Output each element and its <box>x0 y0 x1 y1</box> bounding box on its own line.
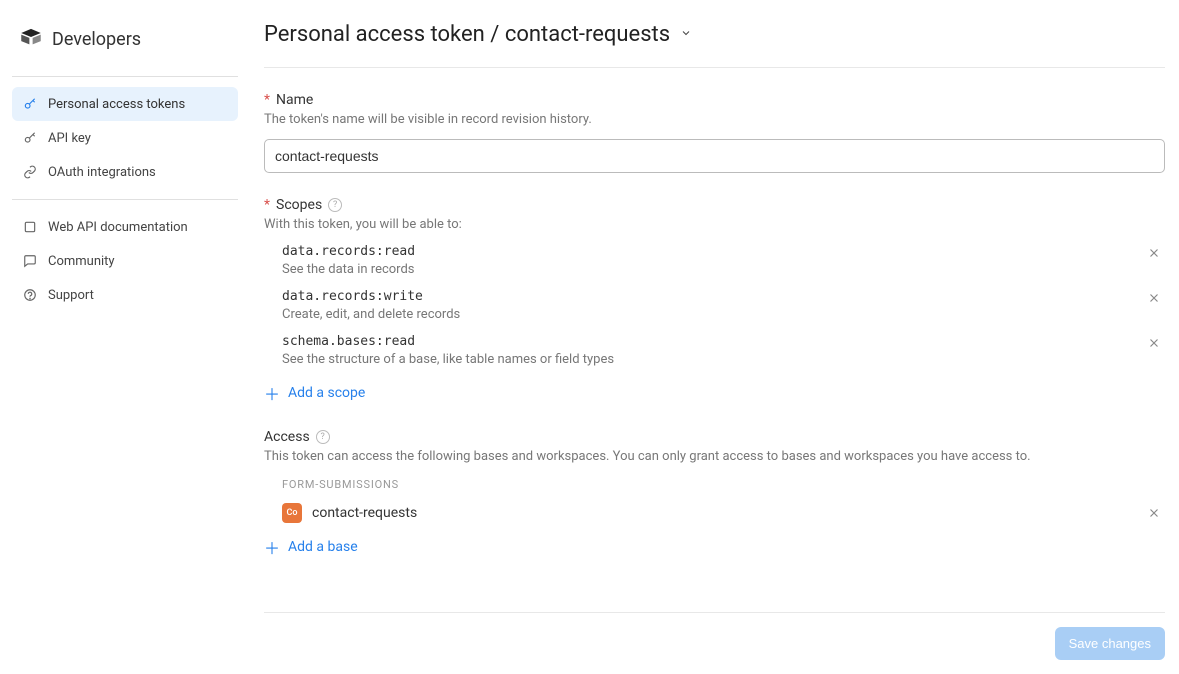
info-icon[interactable]: ? <box>328 198 342 212</box>
chat-icon <box>22 253 38 269</box>
name-section: * Name The token's name will be visible … <box>264 92 1165 173</box>
developers-logo: Developers <box>12 22 238 66</box>
add-scope-button[interactable]: ＋ Add a scope <box>264 381 365 405</box>
workspace-label: FORM-SUBMISSIONS <box>282 478 1165 491</box>
name-help: The token's name will be visible in reco… <box>264 112 1165 127</box>
sidebar-item-oauth-integrations[interactable]: OAuth integrations <box>12 155 238 189</box>
main-content: Personal access token / contact-requests… <box>250 0 1179 674</box>
required-marker: * <box>264 92 270 108</box>
sidebar-item-api-key[interactable]: API key <box>12 121 238 155</box>
book-icon <box>22 219 38 235</box>
sidebar-item-support[interactable]: Support <box>12 278 238 312</box>
scope-code: data.records:write <box>282 289 1145 304</box>
add-base-button[interactable]: ＋ Add a base <box>264 535 358 559</box>
plus-icon: ＋ <box>264 535 280 559</box>
token-form: * Name The token's name will be visible … <box>264 68 1165 612</box>
logo-icon <box>18 26 44 52</box>
scope-code: data.records:read <box>282 244 1145 259</box>
name-label: Name <box>276 92 313 108</box>
sidebar-item-label: Support <box>48 288 94 303</box>
scope-desc: See the data in records <box>282 262 1145 277</box>
sidebar-item-label: Personal access tokens <box>48 97 185 112</box>
chevron-down-icon[interactable] <box>680 27 692 43</box>
scope-item: data.records:read See the data in record… <box>264 238 1165 283</box>
scopes-label: Scopes <box>276 197 322 213</box>
add-base-label: Add a base <box>288 539 358 555</box>
base-name: contact-requests <box>312 505 417 521</box>
base-item: Co contact-requests <box>264 499 1165 527</box>
sidebar-item-label: OAuth integrations <box>48 165 156 180</box>
nav-group-primary: Personal access tokens API key OAuth int… <box>12 87 238 189</box>
remove-scope-button[interactable] <box>1145 244 1163 262</box>
scope-desc: See the structure of a base, like table … <box>282 352 1145 367</box>
access-help: This token can access the following base… <box>264 449 1165 464</box>
breadcrumb-parent: Personal access token <box>264 22 485 47</box>
divider <box>12 199 238 200</box>
logo-text: Developers <box>52 29 141 50</box>
info-icon[interactable]: ? <box>316 430 330 444</box>
sidebar: Developers Personal access tokens API ke… <box>0 0 250 674</box>
access-label: Access <box>264 429 310 445</box>
page-header: Personal access token / contact-requests <box>264 22 1165 68</box>
link-icon <box>22 164 38 180</box>
key-icon <box>22 130 38 146</box>
footer: Save changes <box>264 612 1165 660</box>
base-icon: Co <box>282 503 302 523</box>
nav-group-secondary: Web API documentation Community Support <box>12 210 238 312</box>
remove-scope-button[interactable] <box>1145 289 1163 307</box>
required-marker: * <box>264 197 270 213</box>
help-icon <box>22 287 38 303</box>
plus-icon: ＋ <box>264 381 280 405</box>
scopes-help: With this token, you will be able to: <box>264 217 1165 232</box>
scope-item: data.records:write Create, edit, and del… <box>264 283 1165 328</box>
sidebar-item-label: API key <box>48 131 91 146</box>
remove-base-button[interactable] <box>1145 504 1163 522</box>
key-icon <box>22 96 38 112</box>
sidebar-item-personal-access-tokens[interactable]: Personal access tokens <box>12 87 238 121</box>
sidebar-item-label: Community <box>48 254 115 269</box>
save-changes-button[interactable]: Save changes <box>1055 627 1165 660</box>
scope-list: data.records:read See the data in record… <box>264 238 1165 373</box>
breadcrumb-separator: / <box>490 22 499 47</box>
scope-code: schema.bases:read <box>282 334 1145 349</box>
scope-item: schema.bases:read See the structure of a… <box>264 328 1165 373</box>
sidebar-item-web-api-documentation[interactable]: Web API documentation <box>12 210 238 244</box>
sidebar-item-label: Web API documentation <box>48 220 188 235</box>
remove-scope-button[interactable] <box>1145 334 1163 352</box>
access-section: Access ? This token can access the follo… <box>264 429 1165 559</box>
divider <box>12 76 238 77</box>
scopes-section: * Scopes ? With this token, you will be … <box>264 197 1165 405</box>
name-input[interactable] <box>264 139 1165 173</box>
breadcrumb[interactable]: Personal access token / contact-requests <box>264 22 670 47</box>
sidebar-item-community[interactable]: Community <box>12 244 238 278</box>
breadcrumb-current: contact-requests <box>505 22 670 47</box>
scope-desc: Create, edit, and delete records <box>282 307 1145 322</box>
add-scope-label: Add a scope <box>288 385 365 401</box>
